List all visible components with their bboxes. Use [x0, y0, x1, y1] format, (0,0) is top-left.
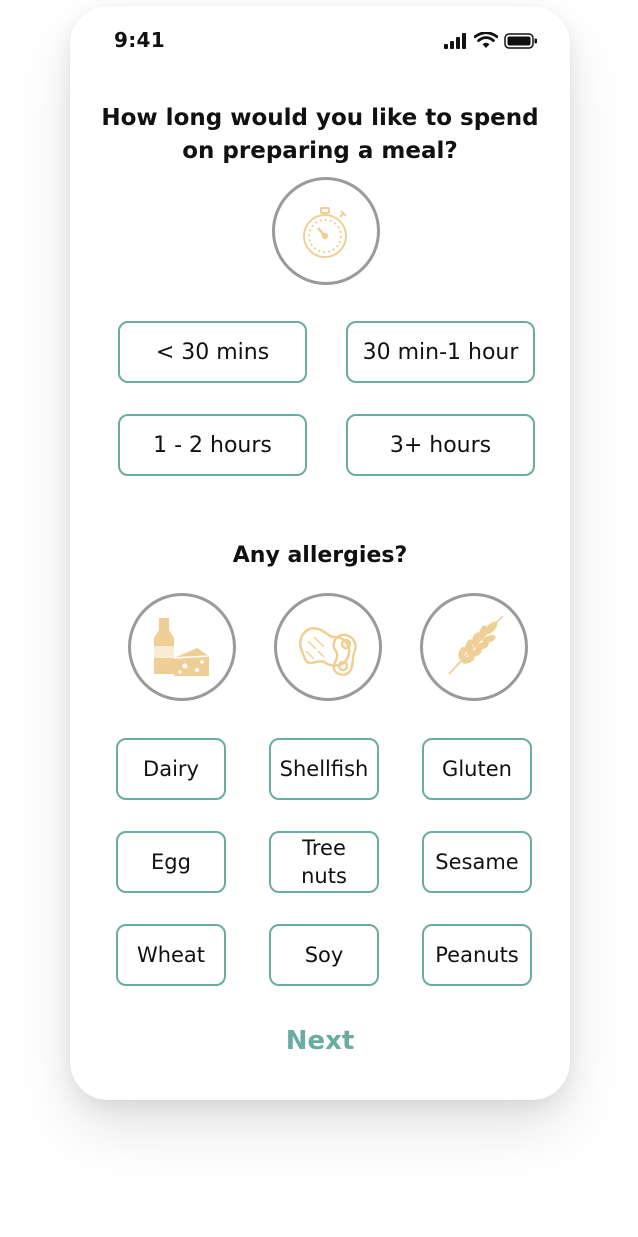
allergy-option-soy[interactable]: Soy	[269, 924, 379, 986]
stopwatch-icon	[303, 207, 347, 258]
allergy-option-gluten[interactable]: Gluten	[422, 738, 532, 800]
signal-icon	[444, 32, 466, 49]
phone-screen: 9:41 How long would you like to spend on…	[70, 6, 570, 1100]
next-button[interactable]: Next	[70, 1026, 570, 1056]
allergy-option-shellfish[interactable]: Shellfish	[269, 738, 379, 800]
battery-icon	[504, 32, 537, 49]
status-time: 9:41	[114, 28, 165, 52]
stopwatch-circle	[272, 177, 380, 285]
peanut-icon	[299, 627, 357, 676]
allergies-title: Any allergies?	[232, 543, 408, 568]
wheat-icon	[448, 615, 504, 675]
time-option-3-plus-hours[interactable]: 3+ hours	[346, 414, 535, 476]
status-icons	[444, 32, 538, 49]
wheat-circle	[420, 593, 528, 701]
time-option-under-30-mins[interactable]: < 30 mins	[118, 321, 307, 383]
wifi-icon	[474, 32, 498, 48]
allergy-option-sesame[interactable]: Sesame	[422, 831, 532, 893]
peanut-circle	[274, 593, 382, 701]
dairy-circle	[128, 593, 236, 701]
allergy-option-wheat[interactable]: Wheat	[116, 924, 226, 986]
dairy-icon	[154, 618, 210, 676]
allergy-option-tree-nuts[interactable]: Tree nuts	[269, 831, 379, 893]
question-title: How long would you like to spend on prep…	[101, 105, 539, 164]
allergy-option-peanuts[interactable]: Peanuts	[422, 924, 532, 986]
allergy-option-dairy[interactable]: Dairy	[116, 738, 226, 800]
allergy-option-egg[interactable]: Egg	[116, 831, 226, 893]
time-option-1-2-hours[interactable]: 1 - 2 hours	[118, 414, 307, 476]
time-option-30-min-1-hour[interactable]: 30 min-1 hour	[346, 321, 535, 383]
